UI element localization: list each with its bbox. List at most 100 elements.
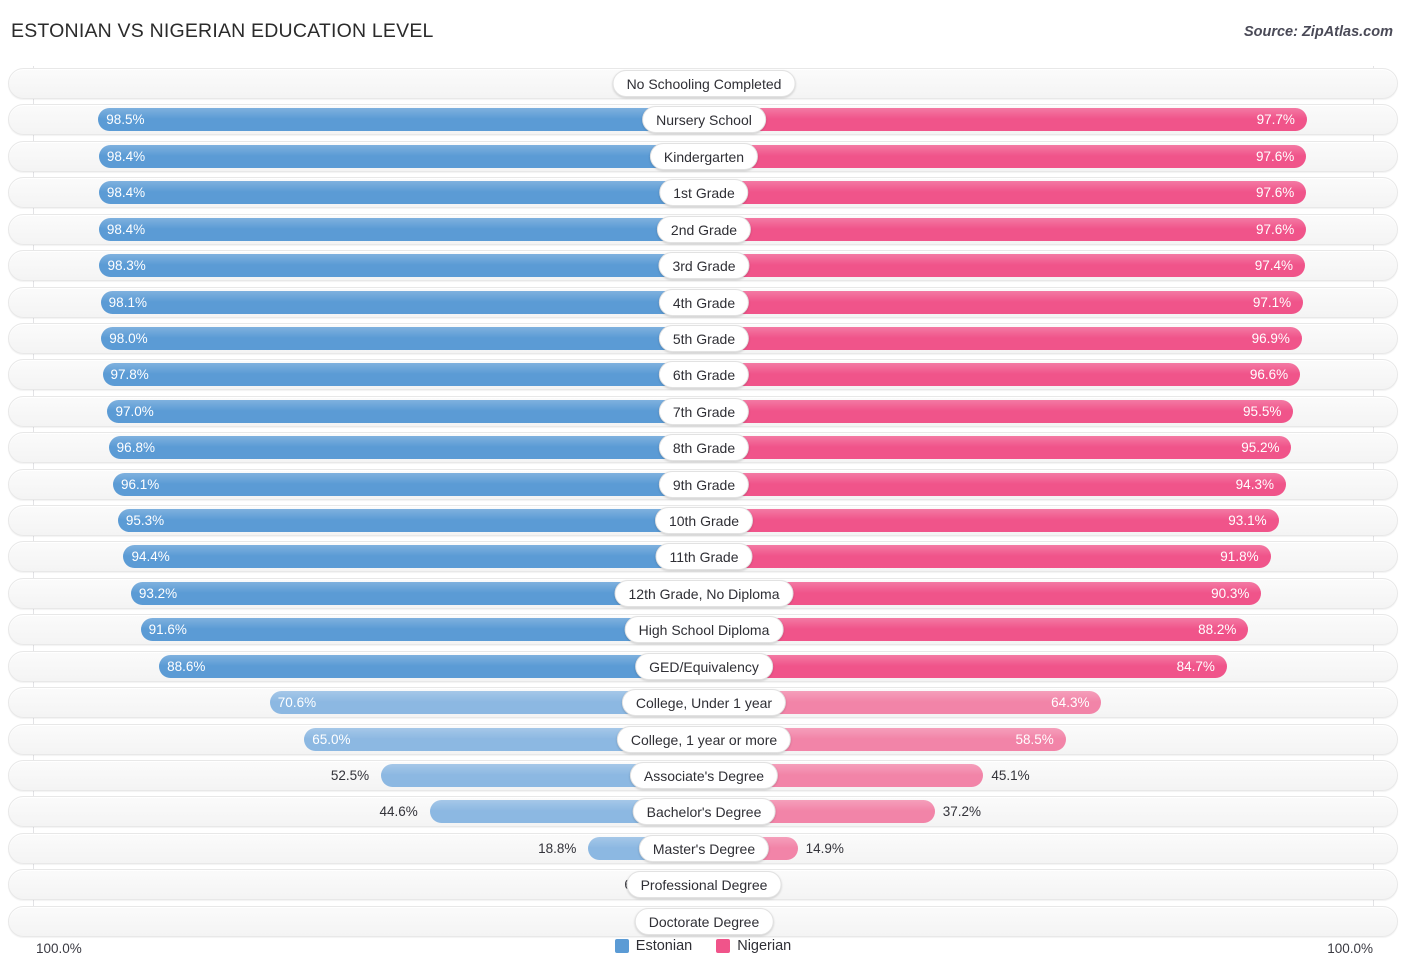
row-inner: 18.8% 14.9% Master's Degree [9, 834, 1397, 863]
bar-nigerian[interactable] [706, 217, 1307, 241]
bar-estonian[interactable] [123, 545, 704, 569]
category-label[interactable]: Professional Degree [626, 871, 782, 899]
category-label[interactable]: 6th Grade [658, 361, 750, 389]
table-row[interactable]: 18.8% 14.9% Master's Degree [8, 832, 1398, 864]
chart-page: ESTONIAN VS NIGERIAN EDUCATION LEVEL Sou… [0, 0, 1406, 975]
bar-estonian[interactable] [101, 326, 704, 350]
bar-estonian[interactable] [117, 509, 705, 533]
bar-nigerian[interactable] [706, 108, 1307, 132]
bar-nigerian[interactable] [706, 363, 1301, 387]
bar-nigerian[interactable] [706, 254, 1305, 278]
table-row[interactable]: 88.6% 84.7% GED/Equivalency [8, 650, 1398, 682]
row-inner: 44.6% 37.2% Bachelor's Degree [9, 797, 1397, 826]
category-label[interactable]: 8th Grade [658, 434, 750, 462]
bar-nigerian[interactable] [706, 618, 1249, 642]
category-label[interactable]: High School Diploma [624, 616, 784, 644]
table-row[interactable]: 93.2% 90.3% 12th Grade, No Diploma [8, 577, 1398, 609]
row-inner: 52.5% 45.1% Associate's Degree [9, 761, 1397, 790]
table-row[interactable]: 94.4% 91.8% 11th Grade [8, 541, 1398, 573]
value-label-nigerian: 84.7% [1176, 658, 1215, 674]
category-label[interactable]: Master's Degree [638, 834, 770, 862]
table-row[interactable]: 97.0% 95.5% 7th Grade [8, 395, 1398, 427]
category-label[interactable]: 9th Grade [658, 470, 750, 498]
bar-estonian[interactable] [100, 290, 705, 314]
legend-item[interactable]: Nigerian [716, 938, 791, 954]
bar-nigerian[interactable] [706, 472, 1286, 496]
bar-estonian[interactable] [98, 181, 705, 205]
row-inner: 94.4% 91.8% 11th Grade [9, 542, 1397, 571]
table-row[interactable]: 98.5% 97.7% Nursery School [8, 104, 1398, 136]
bar-nigerian[interactable] [706, 545, 1271, 569]
row-inner: 6.0%4.2%Professional Degree [9, 870, 1397, 899]
row-inner: 98.4% 97.6% 2nd Grade [9, 215, 1397, 244]
bar-estonian[interactable] [159, 654, 704, 678]
category-label[interactable]: 10th Grade [654, 507, 754, 535]
table-row[interactable]: 65.0% 58.5% College, 1 year or more [8, 723, 1398, 755]
bar-nigerian[interactable] [706, 181, 1307, 205]
table-row[interactable]: 98.4% 97.6% 1st Grade [8, 177, 1398, 209]
bar-nigerian[interactable] [706, 509, 1279, 533]
value-label-estonian: 18.8% [538, 840, 577, 856]
bar-estonian[interactable] [140, 618, 705, 642]
category-label[interactable]: College, Under 1 year [621, 689, 787, 717]
bar-nigerian[interactable] [706, 436, 1292, 460]
bar-nigerian[interactable] [706, 654, 1227, 678]
category-label[interactable]: 12th Grade, No Diploma [614, 579, 794, 607]
bar-estonian[interactable] [99, 254, 704, 278]
category-label[interactable]: 5th Grade [658, 324, 750, 352]
category-label[interactable]: 11th Grade [655, 543, 753, 571]
row-inner: 97.8% 96.6% 6th Grade [9, 360, 1397, 389]
category-label[interactable]: Bachelor's Degree [632, 798, 776, 826]
category-label[interactable]: No Schooling Completed [612, 70, 796, 97]
value-label-estonian: 52.5% [330, 767, 370, 783]
value-label-nigerian: 97.1% [1252, 294, 1292, 310]
bar-estonian[interactable] [98, 217, 705, 241]
bar-estonian[interactable] [98, 144, 705, 168]
table-row[interactable]: 2.5%1.8%Doctorate Degree [8, 905, 1398, 937]
value-label-estonian: 98.4% [106, 185, 146, 201]
category-label[interactable]: Kindergarten [649, 142, 759, 170]
table-row[interactable]: 98.3% 97.4% 3rd Grade [8, 250, 1398, 282]
category-label[interactable]: 7th Grade [658, 397, 750, 425]
value-label-estonian: 91.6% [148, 622, 187, 638]
bar-estonian[interactable] [108, 436, 705, 460]
table-row[interactable]: 96.1% 94.3% 9th Grade [8, 468, 1398, 500]
bar-estonian[interactable] [102, 363, 705, 387]
table-row[interactable]: 1.6%2.3%No Schooling Completed [8, 68, 1398, 99]
table-row[interactable]: 98.1% 97.1% 4th Grade [8, 286, 1398, 318]
table-row[interactable]: 95.3% 93.1% 10th Grade [8, 505, 1398, 537]
value-label-estonian: 65.0% [312, 731, 351, 747]
table-row[interactable]: 44.6% 37.2% Bachelor's Degree [8, 796, 1398, 828]
table-row[interactable]: 98.4% 97.6% 2nd Grade [8, 213, 1398, 245]
value-label-estonian: 93.2% [138, 585, 178, 601]
bar-estonian[interactable] [113, 472, 704, 496]
value-label-estonian: 94.4% [131, 549, 170, 565]
table-row[interactable]: 70.6% 64.3% College, Under 1 year [8, 687, 1398, 719]
category-label[interactable]: 4th Grade [658, 288, 750, 316]
bar-nigerian[interactable] [706, 399, 1294, 423]
chart-legend: Estonian Nigerian [0, 938, 1406, 954]
category-label[interactable]: 3rd Grade [658, 252, 750, 280]
bar-estonian[interactable] [107, 399, 704, 423]
table-row[interactable]: 6.0%4.2%Professional Degree [8, 869, 1398, 901]
table-row[interactable]: 98.4% 97.6% Kindergarten [8, 140, 1398, 172]
category-label[interactable]: 1st Grade [659, 179, 749, 207]
value-label-estonian: 96.1% [120, 476, 160, 492]
table-row[interactable]: 91.6% 88.2% High School Diploma [8, 614, 1398, 646]
bar-nigerian[interactable] [706, 290, 1304, 314]
category-label[interactable]: College, 1 year or more [616, 725, 792, 753]
table-row[interactable]: 98.0% 96.9% 5th Grade [8, 322, 1398, 354]
bar-nigerian[interactable] [706, 144, 1307, 168]
category-label[interactable]: GED/Equivalency [635, 652, 773, 680]
legend-item[interactable]: Estonian [614, 938, 692, 954]
bar-nigerian[interactable] [706, 326, 1302, 350]
value-label-estonian: 95.3% [125, 513, 165, 529]
category-label[interactable]: 2nd Grade [656, 215, 752, 243]
category-label[interactable]: Associate's Degree [629, 761, 779, 789]
table-row[interactable]: 97.8% 96.6% 6th Grade [8, 359, 1398, 391]
category-label[interactable]: Nursery School [642, 106, 766, 134]
bar-estonian[interactable] [98, 108, 704, 132]
category-label[interactable]: Doctorate Degree [634, 907, 774, 935]
table-row[interactable]: 96.8% 95.2% 8th Grade [8, 432, 1398, 464]
table-row[interactable]: 52.5% 45.1% Associate's Degree [8, 759, 1398, 791]
